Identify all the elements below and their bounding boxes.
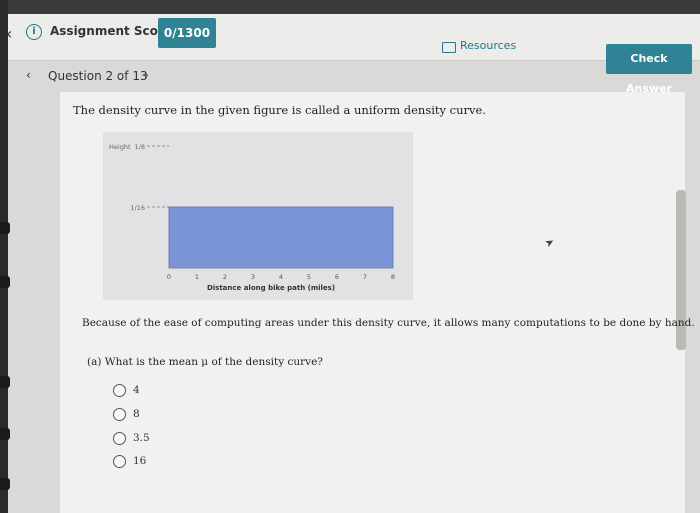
assignment-header: ‹ i Assignment Score: 0/1300 Resources: [0, 14, 700, 61]
x-tick-label: 1: [195, 273, 199, 281]
x-tick-label: 7: [363, 273, 367, 281]
choice-label: 16: [133, 455, 147, 467]
y-tick-label: 1/16: [130, 204, 145, 212]
device-edge-mark: [0, 276, 10, 288]
chevron-left-icon[interactable]: ‹: [26, 68, 31, 82]
x-tick-label: 6: [335, 273, 339, 281]
book-icon[interactable]: [442, 42, 456, 53]
uniform-density-figure: 1/8 1/16 Height 0 1 2 3 4 5 6 7 8 Distance along bik…: [103, 132, 413, 300]
check-answer-button[interactable]: Check Answer: [606, 44, 692, 95]
radio-button[interactable]: [113, 455, 126, 468]
info-icon[interactable]: i: [26, 24, 42, 40]
question-context: Because of the ease of computing areas u…: [82, 317, 695, 329]
x-tick-label: 0: [167, 273, 171, 281]
x-tick-label: 2: [223, 273, 227, 281]
density-area: [168, 206, 394, 269]
device-edge-mark: [0, 222, 10, 234]
choice-label: 3.5: [133, 432, 150, 444]
density-chart: 1/8 1/16 Height 0 1 2 3 4 5 6 7 8 Distance along bik…: [103, 132, 413, 300]
x-tick-label: 8: [391, 273, 395, 281]
radio-button[interactable]: [113, 408, 126, 421]
question-part-a: (a) What is the mean μ of the density cu…: [87, 356, 323, 368]
question-counter: Question 2 of 13: [48, 69, 148, 83]
x-tick-label: 4: [279, 273, 283, 281]
radio-button[interactable]: [113, 432, 126, 445]
device-edge-mark: [0, 428, 10, 440]
assignment-score-value: 0/1300: [158, 18, 216, 48]
radio-button[interactable]: [113, 384, 126, 397]
x-tick-label: 5: [307, 273, 311, 281]
x-tick-label: 3: [251, 273, 255, 281]
device-edge-mark: [0, 478, 10, 490]
resources-link[interactable]: Resources: [460, 39, 516, 52]
x-axis-label: Distance along bike path (miles): [207, 284, 335, 292]
y-tick-label: 1/8: [135, 143, 145, 151]
chevron-right-icon[interactable]: ›: [144, 68, 149, 82]
question-intro: The density curve in the given figure is…: [73, 103, 486, 117]
y-axis-label: Height: [109, 143, 131, 151]
choice-label: 4: [133, 384, 140, 396]
choice-label: 8: [133, 408, 140, 420]
device-edge-mark: [0, 376, 10, 388]
